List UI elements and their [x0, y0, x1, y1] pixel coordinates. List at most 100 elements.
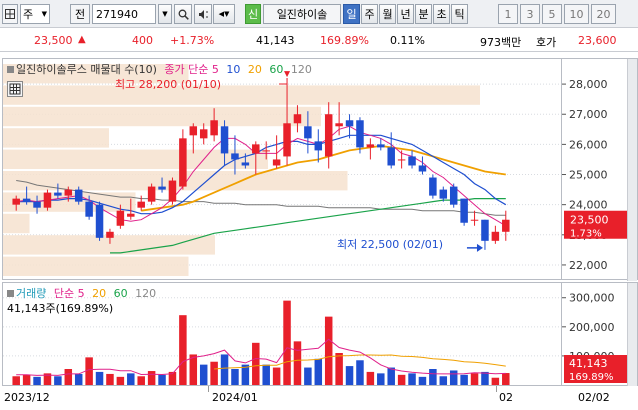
- candle[interactable]: [408, 150, 416, 169]
- candle[interactable]: [439, 186, 448, 202]
- candle[interactable]: [429, 174, 437, 199]
- candle[interactable]: [418, 156, 427, 175]
- candle[interactable]: [43, 189, 52, 211]
- volume-bar[interactable]: [449, 370, 458, 385]
- candle-body: [304, 126, 312, 139]
- volume-bar[interactable]: [460, 374, 468, 385]
- candle[interactable]: [324, 102, 333, 169]
- field-select[interactable]: 전: [70, 4, 90, 24]
- chevron-down-icon: ▼: [224, 10, 230, 18]
- candle[interactable]: [481, 219, 489, 250]
- volume-bar[interactable]: [22, 374, 31, 385]
- candle-body: [106, 231, 114, 238]
- volume-chart-panel[interactable]: 거래량 단순 5 20 60 120 41,143주(169.89%): [2, 282, 562, 386]
- volume-bar[interactable]: [314, 358, 323, 385]
- date-label: 2024/01: [212, 391, 258, 404]
- period-tab[interactable]: 초: [433, 4, 450, 24]
- stock-code-input[interactable]: 271940: [92, 4, 156, 24]
- volume-bar[interactable]: [293, 341, 302, 385]
- candle[interactable]: [314, 129, 323, 163]
- candle[interactable]: [272, 135, 281, 169]
- volume-bar[interactable]: [345, 366, 354, 385]
- volume-bar[interactable]: [54, 376, 62, 385]
- volume-bar[interactable]: [220, 354, 229, 385]
- volume-bar[interactable]: [324, 316, 333, 385]
- period-tab[interactable]: 분: [415, 4, 432, 24]
- interval-tab[interactable]: 3: [520, 4, 540, 24]
- candle-body: [116, 210, 125, 226]
- volume-bar[interactable]: [64, 369, 73, 385]
- candle[interactable]: [189, 123, 198, 154]
- volume-bar[interactable]: [418, 376, 427, 385]
- volume-bar[interactable]: [116, 376, 125, 385]
- volume-bar[interactable]: [491, 377, 500, 385]
- volume-bar[interactable]: [387, 367, 395, 385]
- period-tab[interactable]: 일: [343, 4, 360, 24]
- candle[interactable]: [460, 198, 468, 226]
- prev-next-button[interactable]: ◀ ▼: [213, 4, 235, 24]
- candle[interactable]: [147, 183, 156, 205]
- volume-bar[interactable]: [231, 369, 239, 385]
- candle[interactable]: [95, 201, 104, 241]
- volume-bar[interactable]: [481, 371, 489, 385]
- volume-bar[interactable]: [502, 373, 510, 385]
- volume-bar[interactable]: [199, 364, 208, 385]
- candle[interactable]: [397, 150, 406, 169]
- volume-bar[interactable]: [272, 367, 281, 385]
- volume-bar[interactable]: [397, 374, 406, 385]
- candle[interactable]: [449, 183, 458, 208]
- volume-bar[interactable]: [95, 371, 104, 385]
- volume-bar[interactable]: [262, 364, 270, 385]
- candle-body: [22, 198, 31, 202]
- volume-bar[interactable]: [439, 376, 448, 385]
- candle[interactable]: [366, 138, 375, 160]
- volume-bar[interactable]: [33, 376, 41, 385]
- speaker-button[interactable]: [194, 4, 212, 24]
- market-select[interactable]: 주 ▼: [20, 4, 50, 24]
- volume-bar[interactable]: [252, 342, 260, 385]
- volume-bar[interactable]: [147, 371, 156, 385]
- candle[interactable]: [168, 177, 177, 205]
- volume-bar[interactable]: [74, 373, 83, 385]
- table-toggle-icon[interactable]: [7, 81, 23, 97]
- volume-bar[interactable]: [377, 373, 385, 385]
- volume-bar[interactable]: [470, 373, 479, 385]
- candle[interactable]: [199, 123, 208, 145]
- volume-bar[interactable]: [408, 373, 416, 385]
- volume-bar[interactable]: [158, 374, 166, 385]
- price-chart[interactable]: [3, 59, 562, 280]
- volume-bar[interactable]: [356, 360, 364, 385]
- chevron-down-icon: ▼: [41, 10, 47, 18]
- code-dropdown-button[interactable]: ▼: [158, 4, 172, 24]
- volume-profile-bar: [3, 256, 189, 276]
- volume-scrollbar[interactable]: [627, 283, 637, 387]
- search-button[interactable]: [174, 4, 192, 24]
- period-tab[interactable]: 틱: [451, 4, 468, 24]
- volume-bar[interactable]: [106, 373, 114, 385]
- volume-bar[interactable]: [137, 376, 145, 385]
- interval-tab[interactable]: 5: [542, 4, 562, 24]
- volume-bar[interactable]: [366, 371, 375, 385]
- volume-bar[interactable]: [283, 300, 291, 385]
- volume-bar[interactable]: [179, 315, 187, 385]
- interval-tab[interactable]: 1: [498, 4, 518, 24]
- period-tab[interactable]: 주: [361, 4, 378, 24]
- volume-bar[interactable]: [127, 373, 135, 385]
- candle[interactable]: [335, 102, 343, 136]
- volume-bar[interactable]: [12, 376, 20, 385]
- period-tab[interactable]: 월: [379, 4, 396, 24]
- price-scrollbar[interactable]: [627, 59, 637, 281]
- volume-bar[interactable]: [304, 367, 312, 385]
- price-axis-ticks: 28,00027,00026,00025,00024,00023,00022,0…: [562, 78, 628, 272]
- price-chart-panel[interactable]: 일진하이솔루스 매물대 수(10) 종가 단순 5 10 20 60 120 최…: [2, 58, 562, 280]
- period-tab[interactable]: 년: [397, 4, 414, 24]
- volume-bar[interactable]: [189, 354, 198, 385]
- candle[interactable]: [491, 225, 500, 244]
- interval-tab[interactable]: 10: [564, 4, 589, 24]
- volume-bar[interactable]: [210, 361, 218, 385]
- volume-bar[interactable]: [429, 369, 437, 385]
- grid-icon[interactable]: [2, 4, 18, 24]
- volume-bar[interactable]: [335, 353, 343, 385]
- interval-tab[interactable]: 20: [591, 4, 616, 24]
- candle[interactable]: [179, 129, 187, 190]
